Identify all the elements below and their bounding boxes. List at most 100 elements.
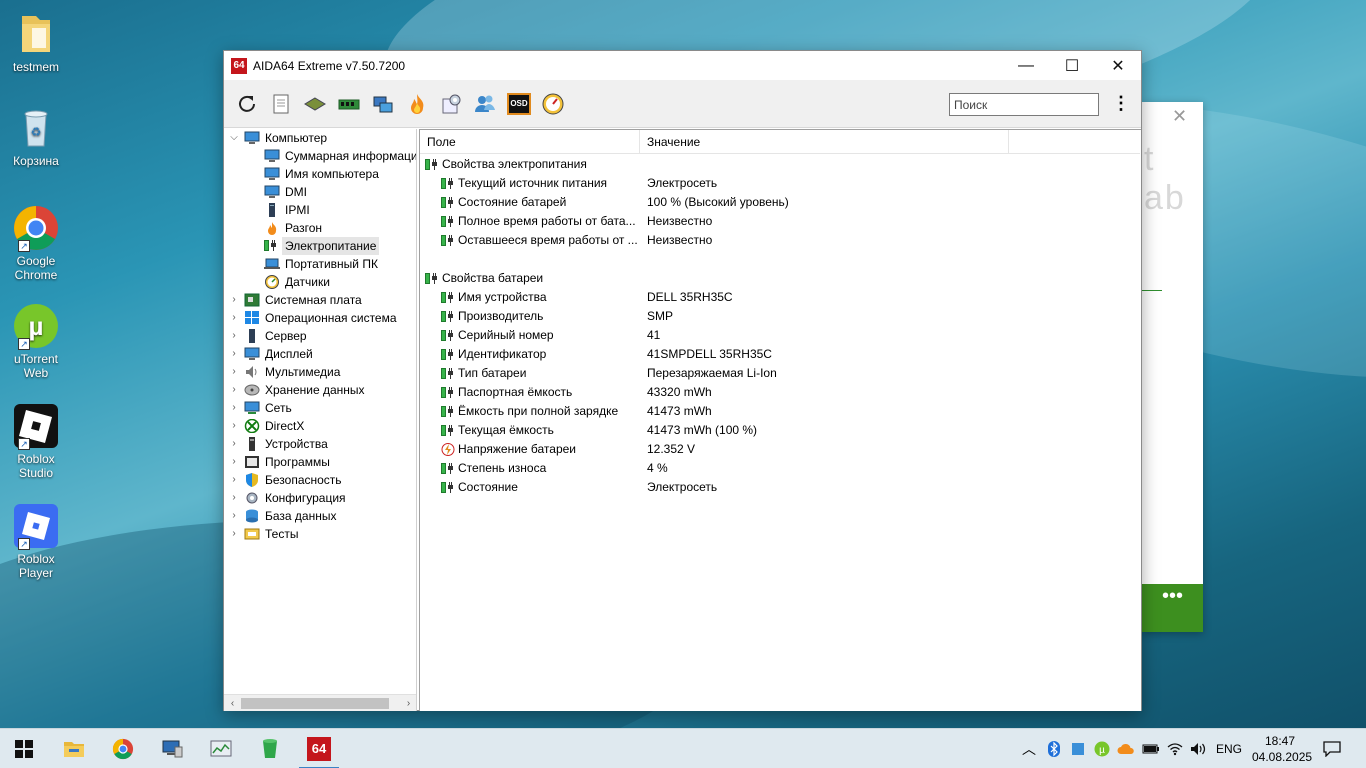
table-row[interactable]: Полное время работы от бата... Неизвестн… (420, 212, 1140, 231)
tree-node-benchmarks[interactable]: › Тесты (228, 525, 298, 543)
tree-node-computer-name[interactable]: Имя компьютера (264, 165, 379, 183)
memory-button[interactable] (337, 92, 361, 116)
tray-battery[interactable] (1142, 729, 1160, 768)
table-row[interactable]: Текущая ёмкость 41473 mWh (100 %) (420, 421, 1140, 440)
table-row[interactable]: Производитель SMP (420, 307, 1140, 326)
taskbar-app-graph[interactable] (197, 729, 245, 768)
desktop-icon-roblox-studio[interactable]: ↗ Roblox Studio (4, 402, 68, 480)
tray-volume[interactable] (1190, 729, 1208, 768)
tree-node-server[interactable]: › Сервер (228, 327, 307, 345)
user-button[interactable] (473, 92, 497, 116)
tree-node-programs[interactable]: › Программы (228, 453, 330, 471)
scroll-left-button[interactable]: ‹ (224, 695, 241, 711)
group-header-power[interactable]: Свойства электропитания (420, 155, 1140, 174)
tray-utorrent[interactable]: µ (1094, 729, 1110, 768)
system-stability-button[interactable] (439, 92, 463, 116)
group-header-battery[interactable]: Свойства батареи (420, 269, 1140, 288)
desktop-icon-testmem[interactable]: testmem (4, 10, 68, 74)
background-window[interactable]: ✕ t ab ••• (1142, 102, 1203, 632)
table-row[interactable]: Идентификатор 41SMPDELL 35RH35C (420, 345, 1140, 364)
expand-icon[interactable]: › (228, 363, 240, 381)
table-row[interactable]: Имя устройства DELL 35RH35C (420, 288, 1140, 307)
desktop-icon-roblox-player[interactable]: ↗ Roblox Player (4, 502, 68, 580)
expand-icon[interactable]: › (228, 399, 240, 417)
expand-icon[interactable]: › (228, 507, 240, 525)
sensor-button[interactable] (541, 92, 565, 116)
expand-icon[interactable]: › (228, 525, 240, 543)
scrollbar-thumb[interactable] (241, 698, 389, 709)
tray-clock[interactable]: 18:47 04.08.2025 (1252, 733, 1312, 765)
tree-node-computer[interactable]: ⌵ Компьютер (228, 129, 327, 147)
tree-node-summary[interactable]: Суммарная информация (264, 147, 416, 165)
taskbar-chrome[interactable] (99, 729, 147, 768)
tray-app-square[interactable] (1071, 729, 1085, 768)
background-window-menu-button[interactable]: ••• (1142, 584, 1203, 632)
notification-center-button[interactable] (1323, 729, 1341, 768)
tree-node-multimedia[interactable]: › Мультимедиа (228, 363, 340, 381)
scroll-right-button[interactable]: › (400, 695, 416, 711)
desktop-icon-recycle-bin[interactable]: ♻ Корзина (4, 104, 68, 168)
tree-node-power[interactable]: Электропитание (264, 237, 380, 255)
expand-icon[interactable]: › (228, 471, 240, 489)
tree-node-network[interactable]: › Сеть (228, 399, 291, 417)
expand-icon[interactable]: › (228, 417, 240, 435)
expand-icon[interactable]: › (228, 345, 240, 363)
taskbar-file-explorer[interactable] (50, 729, 98, 768)
minimize-button[interactable]: — (1003, 51, 1049, 80)
tree-node-ipmi[interactable]: IPMI (264, 201, 310, 219)
table-row[interactable]: Серийный номер 41 (420, 326, 1140, 345)
start-button[interactable] (0, 729, 48, 768)
tree-node-security[interactable]: › Безопасность (228, 471, 342, 489)
tray-cloud[interactable] (1117, 729, 1135, 768)
tree-node-motherboard[interactable]: › Системная плата (228, 291, 361, 309)
title-bar[interactable]: 64 AIDA64 Extreme v7.50.7200 — ☐ ✕ (224, 51, 1141, 80)
desktop-icon-chrome[interactable]: ↗ Google Chrome (4, 204, 68, 282)
expand-icon[interactable]: › (228, 291, 240, 309)
taskbar-app-monitor[interactable] (148, 729, 196, 768)
expand-icon[interactable]: › (228, 435, 240, 453)
tree-node-storage[interactable]: › Хранение данных (228, 381, 364, 399)
tree-node-configuration[interactable]: › Конфигурация (228, 489, 345, 507)
more-options-button[interactable]: ⋮ (1112, 94, 1130, 114)
table-row[interactable]: Паспортная ёмкость 43320 mWh (420, 383, 1140, 402)
tray-bluetooth[interactable] (1047, 729, 1061, 768)
tray-wifi[interactable] (1167, 729, 1183, 768)
collapse-icon[interactable]: ⌵ (228, 129, 240, 147)
column-header-value[interactable]: Значение (640, 130, 1009, 154)
table-row[interactable]: Тип батареи Перезаряжаемая Li-Ion (420, 364, 1140, 383)
desktop-icon-utorrent[interactable]: µ ↗ uTorrent Web (4, 302, 68, 380)
expand-icon[interactable]: › (228, 309, 240, 327)
table-row[interactable]: Напряжение батареи 12.352 V (420, 440, 1140, 459)
osd-button[interactable]: OSD (507, 92, 531, 116)
tree-node-directx[interactable]: › DirectX (228, 417, 304, 435)
motherboard-button[interactable] (303, 92, 327, 116)
tree-node-portable-pc[interactable]: Портативный ПК (264, 255, 378, 273)
table-row[interactable]: Текущий источник питания Электросеть (420, 174, 1140, 193)
table-row[interactable]: Степень износа 4 % (420, 459, 1140, 478)
expand-icon[interactable]: › (228, 327, 240, 345)
report-button[interactable] (269, 92, 293, 116)
tray-language[interactable]: ENG (1216, 729, 1242, 768)
table-row[interactable]: Оставшееся время работы от ... Неизвестн… (420, 231, 1140, 250)
tray-overflow-button[interactable]: ︿ (1022, 729, 1036, 768)
expand-icon[interactable]: › (228, 453, 240, 471)
expand-icon[interactable]: › (228, 489, 240, 507)
horizontal-scrollbar[interactable]: ‹ › (224, 694, 416, 711)
network-button[interactable] (371, 92, 395, 116)
table-row[interactable]: Состояние Электросеть (420, 478, 1140, 497)
close-button[interactable]: ✕ (1095, 51, 1141, 80)
overclock-button[interactable] (405, 92, 429, 116)
maximize-button[interactable]: ☐ (1049, 51, 1095, 80)
taskbar-aida64[interactable]: 64 (295, 729, 343, 768)
expand-icon[interactable]: › (228, 381, 240, 399)
refresh-button[interactable] (235, 92, 259, 116)
search-input[interactable] (949, 93, 1099, 116)
column-header-field[interactable]: Поле (420, 130, 640, 154)
taskbar-app-green[interactable] (246, 729, 294, 768)
tree-node-sensors[interactable]: Датчики (264, 273, 330, 291)
tree-node-devices[interactable]: › Устройства (228, 435, 328, 453)
close-icon[interactable]: ✕ (1172, 106, 1187, 127)
tree-node-display[interactable]: › Дисплей (228, 345, 312, 363)
tree-node-database[interactable]: › База данных (228, 507, 336, 525)
table-row[interactable]: Состояние батарей 100 % (Высокий уровень… (420, 193, 1140, 212)
